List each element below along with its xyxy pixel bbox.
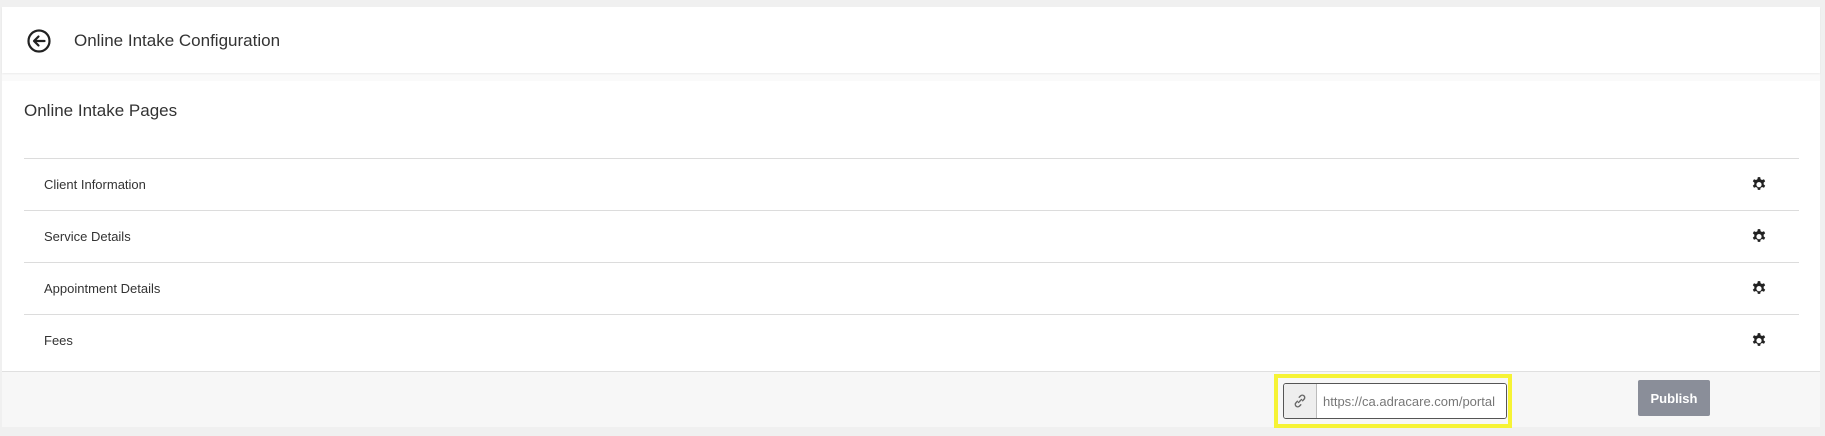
gear-icon[interactable] [1751,332,1767,348]
gear-icon[interactable] [1751,280,1767,296]
app-window: Online Intake Configuration Online Intak… [2,7,1820,428]
list-item-label: Client Information [44,177,146,192]
portal-url-input[interactable] [1317,384,1506,418]
link-icon[interactable] [1284,384,1317,418]
page-header: Online Intake Configuration [2,7,1820,73]
list-item-service-details: Service Details [24,210,1799,262]
gear-icon[interactable] [1751,176,1767,192]
list-item-label: Service Details [44,229,131,244]
list-item-fees: Fees [24,314,1799,366]
pages-list: Client Information Service Details Appoi… [24,158,1799,366]
intake-pages-card: Online Intake Pages Client Information S… [2,81,1820,371]
list-item-label: Appointment Details [44,281,161,296]
page-title: Online Intake Configuration [74,31,281,50]
back-arrow-icon[interactable] [26,28,52,54]
gear-icon[interactable] [1751,228,1767,244]
card-footer: Publish [2,371,1820,428]
list-item-client-information: Client Information [24,158,1799,210]
portal-url-group [1283,383,1507,419]
list-item-label: Fees [44,333,73,348]
card-title: Online Intake Pages [24,101,178,120]
list-item-appointment-details: Appointment Details [24,262,1799,314]
publish-button[interactable]: Publish [1638,380,1710,416]
